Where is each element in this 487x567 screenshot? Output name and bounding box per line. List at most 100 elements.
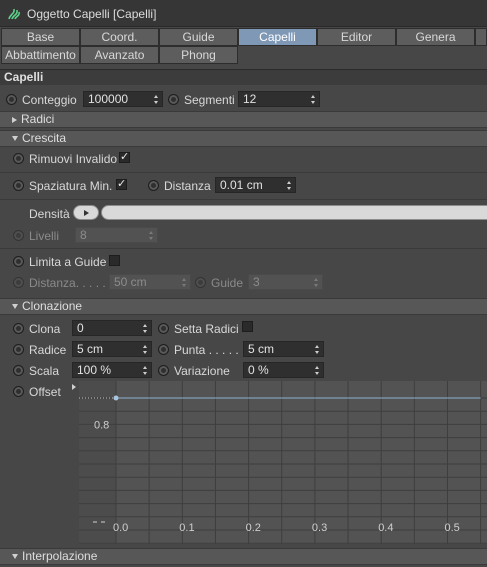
densita-shader-field[interactable] [101, 205, 487, 220]
conteggio-input[interactable]: 100000 [83, 91, 163, 107]
radici-group-header[interactable]: Radici [0, 111, 487, 128]
rimuovi-checkbox[interactable]: ✓ [119, 152, 130, 163]
guide-value: 3 [253, 275, 260, 289]
scala-label: Scala [29, 364, 60, 378]
densita-label: Densità [29, 207, 70, 221]
spinner-icon[interactable] [315, 345, 320, 354]
spinner-icon[interactable] [143, 324, 148, 333]
livelli-animate-radio[interactable] [13, 230, 24, 241]
guide-input[interactable]: 3 [248, 274, 323, 290]
setta-radici-checkbox[interactable] [242, 321, 253, 332]
clonazione-group-label: Clonazione [22, 299, 83, 313]
limita-checkbox[interactable] [109, 255, 120, 266]
interpolazione-group-header[interactable]: Interpolazione [0, 548, 487, 565]
punta-value: 5 cm [248, 342, 275, 356]
rimuovi-animate-radio[interactable] [13, 153, 24, 164]
distanza-animate-radio[interactable] [148, 180, 159, 191]
distanza2-animate-radio[interactable] [13, 277, 24, 288]
x-tick-label: 0.4 [378, 522, 393, 534]
y-tick-label: 0.8 [94, 419, 109, 431]
tab-abbattimento[interactable]: Abbattimento [1, 46, 80, 64]
spinner-icon[interactable] [315, 366, 320, 375]
interpolazione-group-label: Interpolazione [22, 549, 98, 563]
spline-knot[interactable] [113, 395, 119, 401]
radice-input[interactable]: 5 cm [72, 341, 152, 357]
crescita-group-label: Crescita [22, 131, 67, 145]
crescita-group-header[interactable]: Crescita [0, 130, 487, 147]
tab-guide[interactable]: Guide [159, 28, 238, 46]
variazione-value: 0 % [248, 363, 269, 377]
play-arrow-icon [84, 210, 89, 216]
graph-left-margin [79, 381, 116, 544]
x-tick-label: 0.3 [312, 522, 327, 534]
clonazione-group-header[interactable]: Clonazione [0, 298, 487, 315]
tab-capelli[interactable]: Capelli [238, 28, 317, 46]
variazione-input[interactable]: 0 % [243, 362, 324, 378]
densita-shader-button[interactable] [73, 205, 99, 220]
spinner-icon[interactable] [314, 278, 319, 287]
radici-group-label: Radici [21, 112, 55, 126]
tab-coord[interactable]: Coord. [80, 28, 159, 46]
spline-chart-svg[interactable]: 0.0 0.1 0.2 0.3 0.4 0.5 0.8 [79, 381, 487, 544]
segmenti-label: Segmenti [184, 93, 235, 107]
punta-label: Punta . . . . . [174, 343, 239, 357]
offset-spline-graph[interactable]: 0.0 0.1 0.2 0.3 0.4 0.5 0.8 [79, 381, 487, 544]
spinner-icon[interactable] [149, 231, 154, 240]
variazione-animate-radio[interactable] [158, 365, 169, 376]
conteggio-animate-radio[interactable] [6, 94, 17, 105]
radice-animate-radio[interactable] [13, 344, 24, 355]
spinner-icon[interactable] [311, 95, 316, 104]
tab-base[interactable]: Base [1, 28, 80, 46]
livelli-value: 8 [80, 228, 87, 242]
segmenti-animate-radio[interactable] [168, 94, 179, 105]
collapse-arrow-icon [12, 554, 18, 560]
divider [0, 172, 487, 173]
divider [0, 248, 487, 249]
spinner-icon[interactable] [143, 366, 148, 375]
spaziatura-checkbox[interactable]: ✓ [116, 179, 127, 190]
tab-editor[interactable]: Editor [317, 28, 396, 46]
scala-input[interactable]: 100 % [72, 362, 152, 378]
livelli-input[interactable]: 8 [75, 227, 158, 243]
distanza2-input[interactable]: 50 cm [109, 274, 191, 290]
expand-arrow-icon[interactable] [72, 384, 76, 390]
guide-animate-radio[interactable] [195, 277, 206, 288]
spaziatura-animate-radio[interactable] [13, 180, 24, 191]
spinner-icon[interactable] [182, 278, 187, 287]
spinner-icon[interactable] [143, 345, 148, 354]
hair-object-icon [8, 8, 20, 20]
tab-genera[interactable]: Genera [396, 28, 475, 46]
expand-arrow-icon [12, 116, 17, 123]
variazione-label: Variazione [174, 364, 230, 378]
segmenti-value: 12 [243, 92, 257, 106]
tab-overflow [475, 28, 487, 46]
section-title: Capelli [0, 69, 487, 85]
window-title: Oggetto Capelli [Capelli] [27, 7, 157, 21]
spinner-icon[interactable] [287, 181, 292, 190]
conteggio-value: 100000 [88, 92, 129, 106]
spinner-icon[interactable] [154, 95, 159, 104]
offset-label: Offset [29, 385, 61, 399]
collapse-arrow-icon [12, 136, 18, 142]
offset-animate-radio[interactable] [13, 386, 24, 397]
distanza2-label: Distanza. . . . . [29, 276, 106, 290]
radice-label: Radice [29, 343, 67, 357]
punta-animate-radio[interactable] [158, 344, 169, 355]
x-tick-label: 0.0 [113, 522, 128, 534]
scala-animate-radio[interactable] [13, 365, 24, 376]
distanza-input[interactable]: 0.01 cm [215, 177, 296, 193]
scala-value: 100 % [77, 363, 112, 377]
setta-radici-animate-radio[interactable] [158, 323, 169, 334]
spaziatura-label: Spaziatura Min. [29, 179, 113, 193]
clona-input[interactable]: 0 [72, 320, 152, 336]
tab-phong[interactable]: Phong [159, 46, 238, 64]
clona-animate-radio[interactable] [13, 323, 24, 334]
x-tick-label: 0.2 [246, 522, 261, 534]
distanza2-value: 50 cm [114, 275, 147, 289]
clona-value: 0 [77, 321, 84, 335]
punta-input[interactable]: 5 cm [243, 341, 324, 357]
tab-avanzato[interactable]: Avanzato [80, 46, 159, 64]
livelli-label: Livelli [29, 229, 60, 243]
limita-animate-radio[interactable] [13, 256, 24, 267]
segmenti-input[interactable]: 12 [238, 91, 320, 107]
